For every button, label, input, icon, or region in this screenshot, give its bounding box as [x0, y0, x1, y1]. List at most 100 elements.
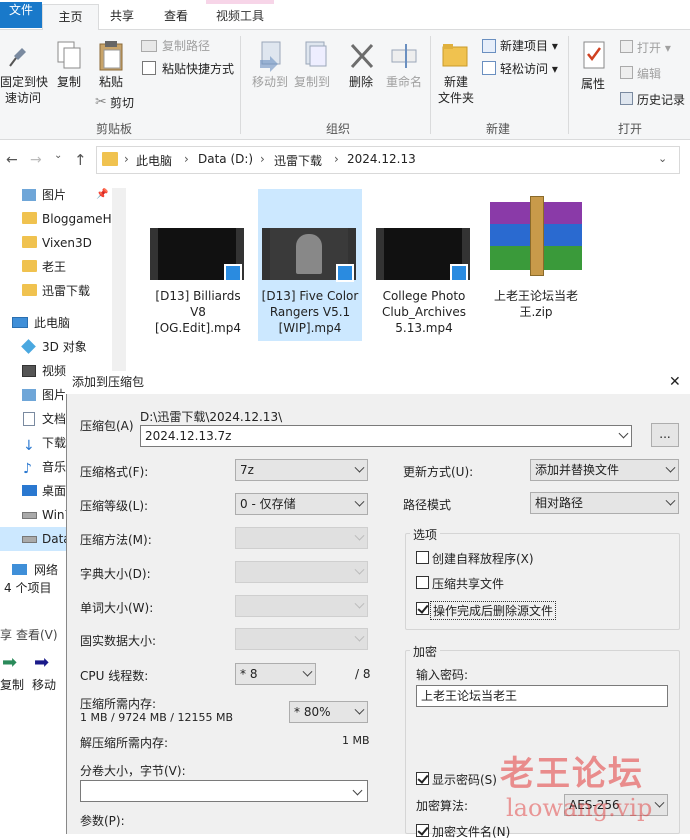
nav-item-this-pc[interactable]: 此电脑	[0, 311, 112, 335]
nav-item-thunder-downloads[interactable]: 迅雷下载	[0, 279, 112, 303]
nav-item-pictures[interactable]: 图片	[0, 383, 66, 407]
update-select[interactable]: 添加并替换文件	[530, 459, 679, 481]
address-dropdown-icon[interactable]: ⌄	[658, 152, 667, 165]
copy-to-button[interactable]: 复制到	[292, 74, 332, 90]
drive-icon	[22, 512, 37, 519]
copy-path-button[interactable]: 复制路径	[162, 38, 210, 54]
enc-method-label: 加密算法:	[416, 799, 469, 813]
video-thumbnail-icon[interactable]	[150, 222, 244, 284]
desktop-icon	[22, 485, 37, 496]
new-item-button[interactable]: 新建项目 ▾	[500, 38, 558, 54]
3d-objects-icon	[21, 339, 36, 354]
nav-item-data-drive[interactable]: Data	[0, 527, 66, 551]
split-input[interactable]	[80, 780, 368, 802]
nav-item-bloggameh[interactable]: BloggameH	[0, 207, 112, 231]
delete-icon	[349, 42, 375, 73]
nav-item-pictures-pinned[interactable]: 图片 📌	[0, 183, 112, 207]
breadcrumb-current[interactable]: 2024.12.13	[347, 152, 416, 166]
rename-icon	[390, 42, 418, 73]
rename-button[interactable]: 重命名	[384, 74, 424, 90]
file-laowang-zip[interactable]: 上老王论坛当老王.zip	[486, 288, 586, 320]
delete-after-checkbox[interactable]	[416, 602, 429, 615]
strip-view-tab[interactable]: 查看(V)	[16, 626, 58, 643]
forward-arrow-icon[interactable]: →	[30, 152, 42, 168]
easy-access-button[interactable]: 轻松访问 ▾	[500, 61, 558, 77]
mem-percent-select[interactable]: * 80%	[289, 701, 368, 723]
nav-item-win7[interactable]: Win7	[0, 503, 66, 527]
share-checkbox[interactable]	[416, 576, 429, 589]
delete-button[interactable]: 删除	[344, 74, 378, 90]
nav-item-music[interactable]: ♪ 音乐	[0, 455, 66, 479]
breadcrumb-data-drive[interactable]: Data (D:)	[198, 152, 253, 166]
chevron-down-icon	[665, 495, 676, 506]
word-label: 单词大小(W):	[80, 601, 154, 615]
video-thumbnail-icon[interactable]	[376, 222, 470, 284]
nav-item-desktop[interactable]: 桌面	[0, 479, 66, 503]
file-five-color-rangers[interactable]: [D13] Five Color Rangers V5.1 [WIP].mp4	[258, 288, 362, 336]
level-select[interactable]: 0 - 仅存储	[235, 493, 368, 515]
solid-select[interactable]	[235, 628, 368, 650]
edit-button[interactable]: 编辑	[637, 66, 661, 82]
nav-item-laowang[interactable]: 老王	[0, 255, 112, 279]
close-icon[interactable]: ✕	[669, 371, 681, 394]
format-select[interactable]: 7z	[235, 459, 368, 481]
chevron-down-icon	[665, 462, 676, 473]
video-thumbnail-icon[interactable]	[262, 222, 356, 284]
tab-home[interactable]: 主页	[42, 4, 99, 31]
chevron-down-icon	[354, 704, 365, 715]
browse-button[interactable]: ...	[651, 423, 679, 447]
open-group-label: 打开	[618, 122, 643, 136]
sfx-checkbox[interactable]	[416, 551, 429, 564]
encrypt-names-checkbox[interactable]	[416, 824, 429, 837]
pin-quick-access-button[interactable]: 固定到快 速访问	[0, 74, 48, 106]
tab-view[interactable]: 查看	[154, 4, 198, 30]
nav-item-documents[interactable]: 文档	[0, 407, 66, 431]
nav-item-3d-objects[interactable]: 3D 对象	[0, 335, 112, 359]
new-folder-button[interactable]: 新建 文件夹	[436, 74, 476, 106]
nav-item-vixen3d[interactable]: Vixen3D	[0, 231, 112, 255]
breadcrumb-this-pc[interactable]: 此电脑	[136, 152, 172, 169]
move-to-button[interactable]: 移动到	[250, 74, 290, 90]
copy-icon	[56, 40, 82, 75]
move-blue-arrow-icon[interactable]: ➡	[34, 652, 49, 673]
cut-button[interactable]: 剪切	[110, 95, 134, 111]
open-button[interactable]: 打开 ▾	[637, 40, 671, 56]
threads-select[interactable]: * 8	[235, 663, 316, 685]
up-arrow-icon[interactable]: ↑	[74, 151, 87, 169]
downloads-icon: ↓	[23, 438, 35, 454]
archive-label: 压缩包(A)	[80, 419, 134, 433]
winrar-archive-icon[interactable]	[490, 196, 582, 276]
file-college-photo-club[interactable]: College Photo Club_Archives 5.13.mp4	[372, 288, 476, 336]
ribbon-tab-bar: 文件 主页 共享 查看 视频工具	[0, 0, 690, 31]
password-input[interactable]: 上老王论坛当老王	[416, 685, 668, 707]
show-password-checkbox[interactable]	[416, 772, 429, 785]
archive-name-input[interactable]: 2024.12.13.7z	[140, 425, 632, 447]
nav-item-videos[interactable]: 视频	[0, 359, 66, 383]
videos-icon	[22, 365, 36, 377]
breadcrumb-thunder-downloads[interactable]: 迅雷下载	[274, 152, 322, 169]
paste-shortcut-button[interactable]: 粘贴快捷方式	[162, 61, 234, 77]
archive-path: D:\迅雷下载\2024.12.13\	[140, 410, 283, 424]
dict-select[interactable]	[235, 561, 368, 583]
back-arrow-icon[interactable]: ←	[6, 152, 18, 168]
properties-button[interactable]: 属性	[578, 76, 608, 92]
path-mode-select[interactable]: 相对路径	[530, 492, 679, 514]
paste-button[interactable]: 粘贴	[96, 74, 126, 90]
history-button[interactable]: 历史记录	[637, 92, 685, 108]
word-select[interactable]	[235, 595, 368, 617]
paste-icon	[98, 40, 124, 75]
method-select[interactable]	[235, 527, 368, 549]
move-green-arrow-icon[interactable]: ➡	[2, 652, 17, 673]
mem-comp-values: 1 MB / 9724 MB / 12155 MB	[80, 711, 233, 724]
watermark-url: laowang.vip	[506, 794, 653, 822]
history-dropdown-icon[interactable]: ⌄	[54, 150, 62, 161]
tab-share[interactable]: 共享	[100, 4, 144, 30]
strip-share-tab[interactable]: 享	[0, 626, 12, 643]
tab-file[interactable]: 文件	[0, 2, 42, 28]
tab-video-tools[interactable]: 视频工具	[206, 0, 275, 30]
video-badge-icon	[450, 264, 468, 282]
nav-item-downloads[interactable]: ↓ 下载	[0, 431, 66, 455]
chevron-down-icon	[352, 785, 363, 796]
file-billiards[interactable]: [D13] Billiards V8 [OG.Edit].mp4	[146, 288, 250, 336]
copy-button[interactable]: 复制	[54, 74, 84, 90]
